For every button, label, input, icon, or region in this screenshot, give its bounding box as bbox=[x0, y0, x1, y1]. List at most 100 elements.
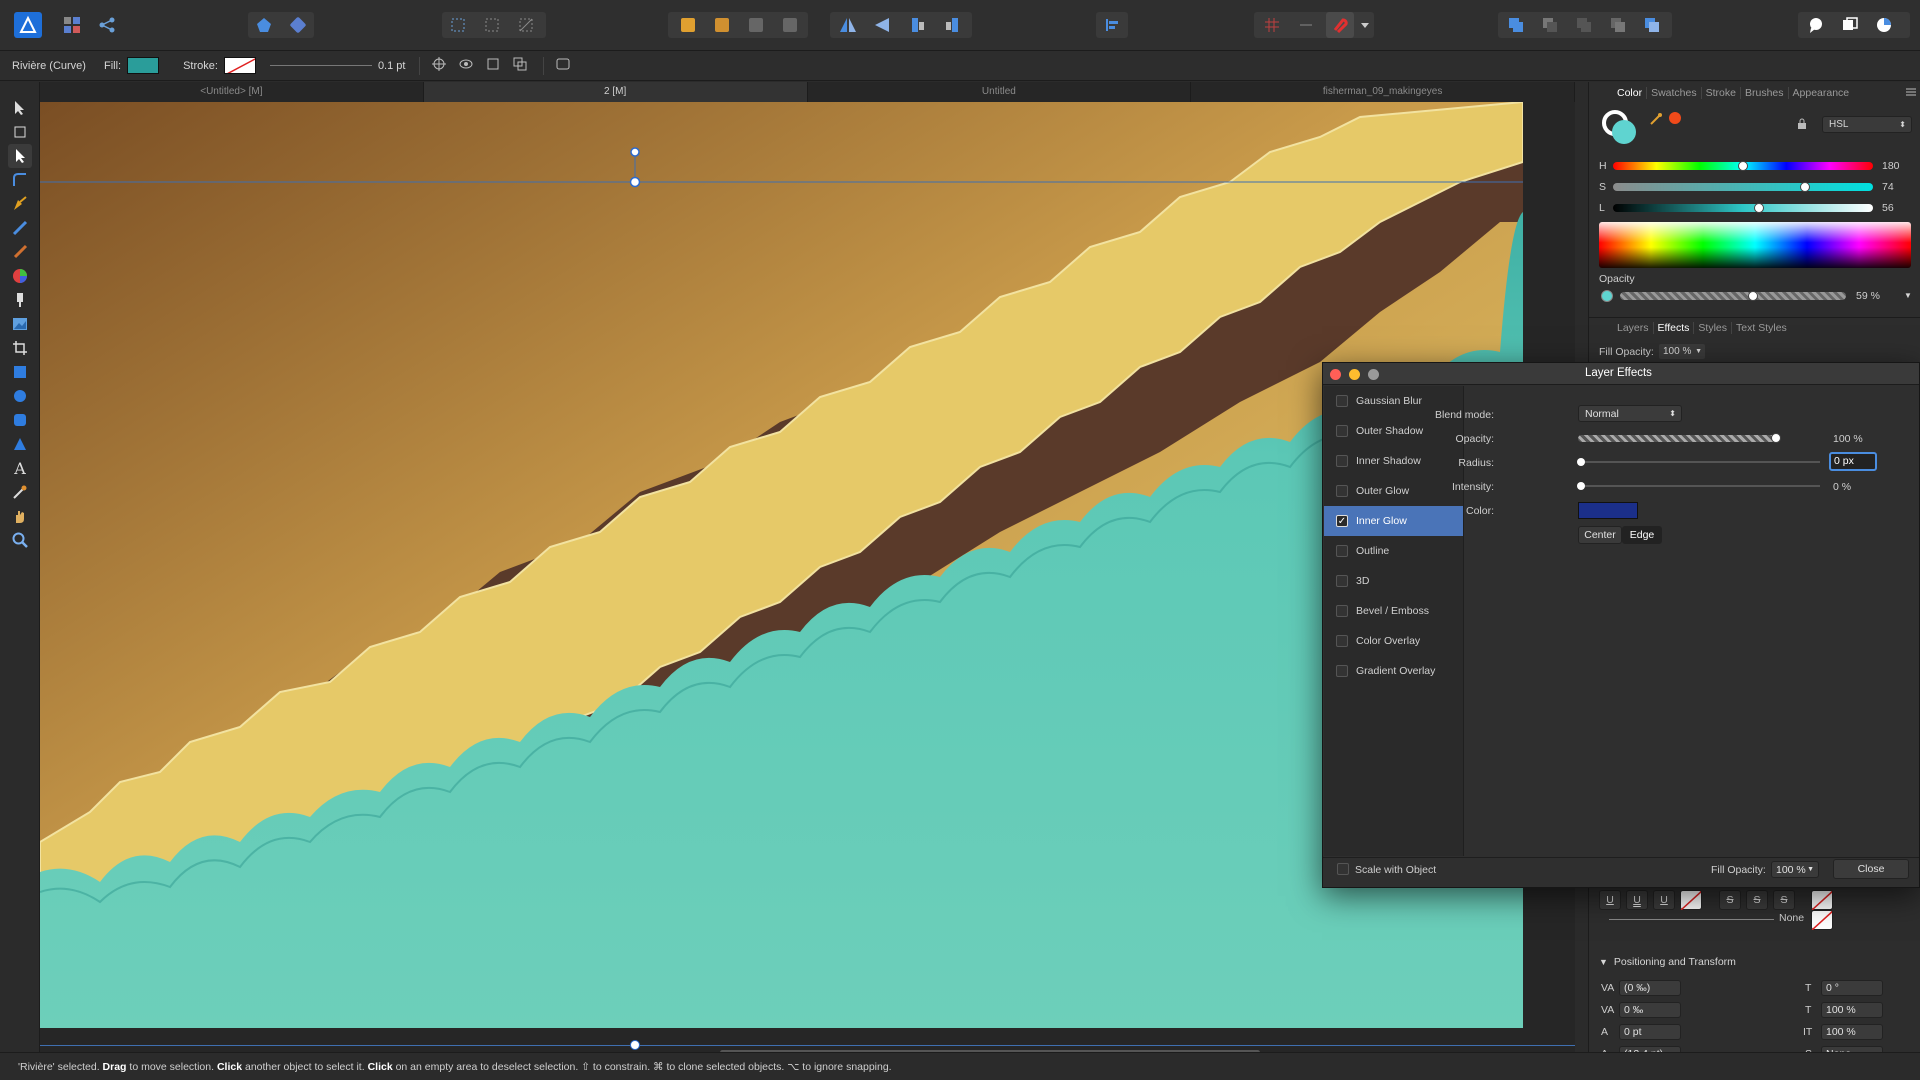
divide-icon[interactable] bbox=[1638, 12, 1666, 38]
strikethrough-button[interactable]: S bbox=[1719, 890, 1741, 910]
color-picker-tool-icon[interactable] bbox=[8, 480, 32, 504]
double-underline-button[interactable]: U bbox=[1626, 890, 1648, 910]
tab-styles[interactable]: Styles bbox=[1694, 321, 1733, 334]
fill-swatch[interactable] bbox=[127, 57, 160, 74]
panel-fill-opacity-field[interactable]: 100 % ▼ bbox=[1659, 344, 1705, 359]
grid-icon[interactable] bbox=[1258, 12, 1286, 38]
object-settings-icon[interactable] bbox=[556, 57, 570, 74]
node-tool-icon[interactable] bbox=[8, 144, 32, 168]
positioning-section-header[interactable]: ▼ Positioning and Transform bbox=[1599, 956, 1736, 968]
close-button[interactable]: Close bbox=[1833, 859, 1909, 879]
bottom-selection-handle[interactable] bbox=[630, 1040, 640, 1050]
center-button[interactable]: Center bbox=[1578, 526, 1622, 544]
stroke-width-value[interactable]: 0.1 pt bbox=[378, 60, 406, 72]
rounded-rectangle-tool-icon[interactable] bbox=[8, 408, 32, 432]
tracking-field[interactable]: 0 ‰ bbox=[1619, 1002, 1681, 1018]
designer-persona-icon[interactable] bbox=[58, 12, 86, 38]
checkbox[interactable] bbox=[1336, 665, 1348, 677]
fill-stroke-selector[interactable] bbox=[1602, 110, 1642, 150]
checkbox[interactable] bbox=[1336, 455, 1348, 467]
rotate-right-icon[interactable] bbox=[938, 12, 966, 38]
tab-effects[interactable]: Effects bbox=[1654, 321, 1695, 334]
top-selection-handle[interactable] bbox=[629, 176, 641, 188]
lock-icon[interactable] bbox=[1797, 118, 1807, 133]
vector-brush-tool-icon[interactable] bbox=[8, 240, 32, 264]
shear-field[interactable]: 0 ° bbox=[1821, 980, 1883, 996]
tab-color[interactable]: Color bbox=[1613, 87, 1648, 99]
radius-slider[interactable] bbox=[1577, 458, 1820, 466]
s-value[interactable]: 74 bbox=[1882, 181, 1894, 193]
horizontal-scale-field[interactable]: 100 % bbox=[1821, 1024, 1883, 1040]
arrow-icon[interactable] bbox=[1292, 12, 1320, 38]
doc-tab-1[interactable]: <Untitled> [M] bbox=[40, 82, 424, 102]
alignment-handles-icon[interactable] bbox=[513, 57, 527, 74]
select-all-icon[interactable] bbox=[444, 12, 472, 38]
checkbox-checked[interactable]: ✓ bbox=[1336, 515, 1348, 527]
stroke-width-slider[interactable] bbox=[269, 65, 372, 66]
invert-selection-icon[interactable] bbox=[512, 12, 540, 38]
rectangle-tool-icon[interactable] bbox=[8, 360, 32, 384]
place-image-tool-icon[interactable] bbox=[8, 312, 32, 336]
tab-appearance[interactable]: Appearance bbox=[1789, 87, 1854, 99]
edge-button[interactable]: Edge bbox=[1622, 526, 1662, 544]
intersect-icon[interactable] bbox=[1570, 12, 1598, 38]
dialog-opacity-value[interactable]: 100 % bbox=[1833, 433, 1863, 445]
opacity-slider-knob[interactable] bbox=[1748, 291, 1759, 301]
dialog-opacity-slider[interactable] bbox=[1578, 433, 1781, 443]
move-tool-icon[interactable] bbox=[8, 96, 32, 120]
h-value[interactable]: 180 bbox=[1882, 160, 1900, 172]
corner-tool-icon[interactable] bbox=[8, 168, 32, 192]
triangle-tool-icon[interactable] bbox=[8, 432, 32, 456]
lightness-slider-knob[interactable] bbox=[1753, 203, 1764, 213]
minimize-window-icon[interactable] bbox=[1349, 369, 1360, 380]
hide-selection-icon[interactable] bbox=[459, 57, 473, 74]
double-strikethrough-button[interactable]: S bbox=[1746, 890, 1768, 910]
radius-input[interactable]: 0 px bbox=[1829, 452, 1877, 471]
app-logo-icon[interactable] bbox=[14, 12, 42, 38]
l-value[interactable]: 56 bbox=[1882, 202, 1894, 214]
pixel-persona-button[interactable] bbox=[284, 12, 312, 38]
add-icon[interactable] bbox=[1502, 12, 1530, 38]
decoration-weight-slider[interactable] bbox=[1609, 919, 1774, 920]
scale-with-object-checkbox[interactable] bbox=[1337, 863, 1349, 875]
flip-vertical-icon[interactable] bbox=[868, 12, 896, 38]
underline-custom-button[interactable]: U bbox=[1653, 890, 1675, 910]
doc-tab-3[interactable]: Untitled bbox=[808, 82, 1192, 102]
rotation-handle[interactable] bbox=[630, 147, 640, 157]
stroke-swatch[interactable] bbox=[223, 57, 256, 74]
move-to-back-icon[interactable] bbox=[674, 12, 702, 38]
effect-outline[interactable]: Outline bbox=[1324, 536, 1463, 566]
pen-tool-icon[interactable] bbox=[8, 192, 32, 216]
lightness-slider[interactable] bbox=[1613, 203, 1873, 213]
transform-origin-icon[interactable] bbox=[432, 57, 447, 74]
checkbox[interactable] bbox=[1336, 485, 1348, 497]
effect-bevel-emboss[interactable]: Bevel / Emboss bbox=[1324, 596, 1463, 626]
transparency-tool-icon[interactable] bbox=[8, 288, 32, 312]
strikethrough-custom-button[interactable]: S bbox=[1773, 890, 1795, 910]
underline-button[interactable]: U bbox=[1599, 890, 1621, 910]
move-to-front-icon[interactable] bbox=[776, 12, 804, 38]
crop-tool-icon[interactable] bbox=[8, 336, 32, 360]
blend-mode-select[interactable]: Normal ⬍ bbox=[1578, 405, 1682, 422]
view-mode-icon[interactable] bbox=[1870, 12, 1898, 38]
color-mode-select[interactable]: HSL ⬍ bbox=[1822, 116, 1912, 133]
saturation-slider-knob[interactable] bbox=[1800, 182, 1811, 192]
dialog-fill-opacity-field[interactable]: 100 % ▼ bbox=[1771, 861, 1819, 878]
panel-menu-icon[interactable] bbox=[1906, 86, 1916, 100]
eyedropper-icon[interactable] bbox=[1649, 112, 1663, 129]
zoom-window-icon[interactable] bbox=[1368, 369, 1379, 380]
tab-stroke[interactable]: Stroke bbox=[1702, 87, 1741, 99]
xor-icon[interactable] bbox=[1604, 12, 1632, 38]
dialog-titlebar[interactable]: Layer Effects bbox=[1323, 363, 1919, 385]
radius-slider-knob[interactable] bbox=[1577, 458, 1585, 466]
checkbox[interactable] bbox=[1336, 575, 1348, 587]
opacity-dropdown-icon[interactable]: ▼ bbox=[1904, 291, 1912, 300]
hue-slider[interactable] bbox=[1613, 161, 1873, 171]
artboard-tool-icon[interactable] bbox=[8, 120, 32, 144]
subtract-icon[interactable] bbox=[1536, 12, 1564, 38]
baseline-field[interactable]: 0 pt bbox=[1619, 1024, 1681, 1040]
flip-horizontal-icon[interactable] bbox=[834, 12, 862, 38]
decoration-color-swatch[interactable] bbox=[1811, 910, 1833, 930]
intensity-slider-knob[interactable] bbox=[1577, 482, 1585, 490]
view-tool-icon[interactable] bbox=[8, 504, 32, 528]
